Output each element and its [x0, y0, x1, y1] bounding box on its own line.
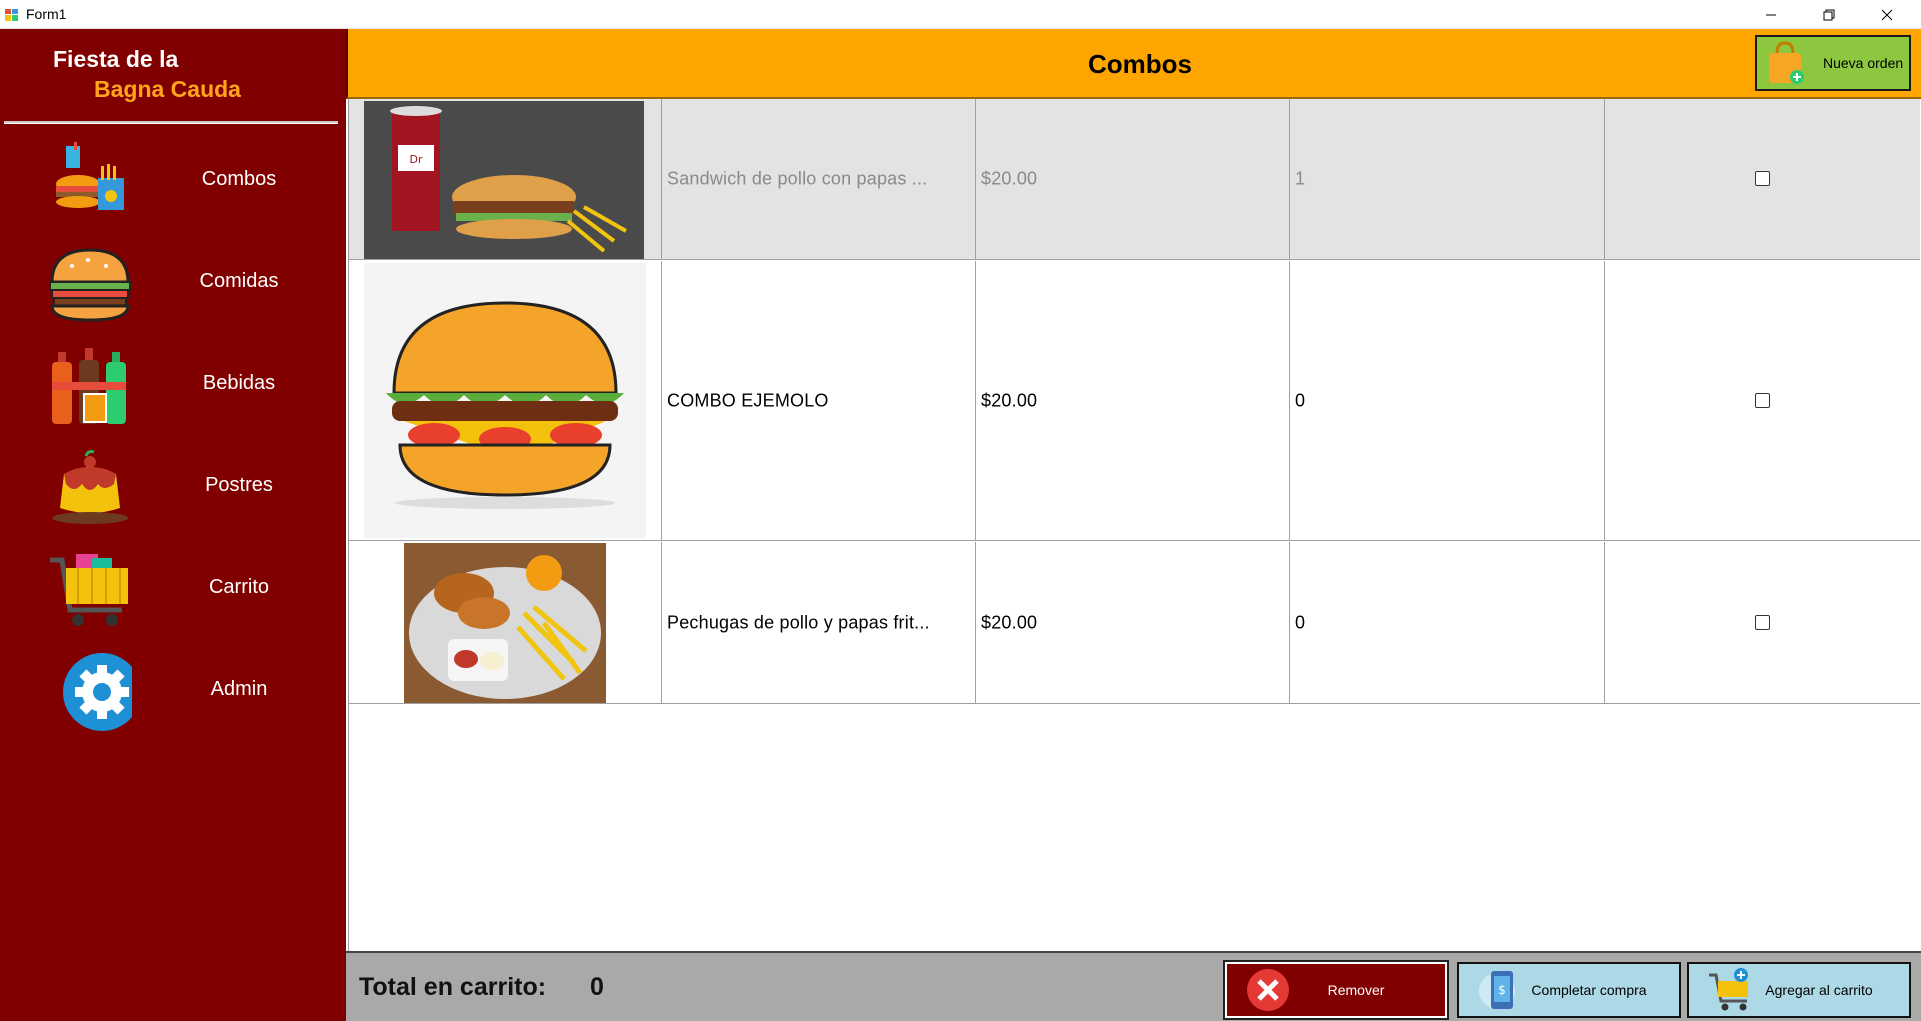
- flan-dessert-icon: [52, 450, 128, 524]
- brand-title-line2: Bagna Cauda: [94, 76, 241, 102]
- sidebar-item-label: Combos: [201, 168, 277, 190]
- shopping-cart-icon: [50, 554, 128, 626]
- product-image-cell: [349, 542, 662, 703]
- shopping-bag-add-icon: [1769, 41, 1804, 84]
- product-image: Dr: [364, 101, 644, 259]
- product-image-cell: [349, 261, 662, 540]
- table-row[interactable]: COMBO EJEMOLO $20.00 0: [349, 261, 1920, 541]
- page-title: Combos: [1088, 49, 1192, 79]
- product-image: [364, 263, 646, 538]
- svg-text:Dr: Dr: [410, 153, 423, 166]
- product-price: $20.00: [981, 612, 1038, 632]
- name-cell: COMBO EJEMOLO: [662, 261, 976, 540]
- window-titlebar: Form1: [0, 0, 1921, 29]
- restore-button[interactable]: [1800, 0, 1858, 29]
- sidebar-item-label: Carrito: [208, 576, 269, 598]
- table-row[interactable]: Pechugas de pollo y papas frit... $20.00…: [349, 542, 1920, 704]
- price-cell: $20.00: [976, 542, 1290, 703]
- price-cell: $20.00: [976, 99, 1290, 259]
- complete-purchase-button[interactable]: $ Completar compra: [1457, 962, 1681, 1018]
- sidebar-item-label: Admin: [210, 678, 268, 700]
- minimize-button[interactable]: [1742, 0, 1800, 29]
- add-to-cart-label: Agregar al carrito: [1765, 982, 1873, 998]
- new-order-button[interactable]: Nueva orden: [1755, 35, 1911, 91]
- row-checkbox[interactable]: [1755, 614, 1770, 630]
- product-quantity: 0: [1295, 612, 1306, 632]
- new-order-label: Nueva orden: [1823, 55, 1904, 71]
- product-image: [404, 543, 606, 703]
- product-quantity: 0: [1295, 390, 1306, 410]
- sidebar-item-label: Comidas: [199, 270, 279, 292]
- sidebar-item-label: Postres: [205, 474, 273, 496]
- product-image-cell: Dr: [349, 99, 662, 259]
- sidebar-item-admin[interactable]: Admin: [0, 646, 346, 736]
- cart-footer: Total en carrito: 0 Remover $ Completar …: [346, 951, 1921, 1021]
- name-cell: Pechugas de pollo y papas frit...: [662, 542, 976, 703]
- price-cell: $20.00: [976, 261, 1290, 540]
- product-quantity: 1: [1295, 168, 1306, 189]
- product-name: Sandwich de pollo con papas ...: [667, 168, 928, 189]
- cart-total-value: 0: [590, 973, 604, 1001]
- complete-purchase-label: Completar compra: [1531, 982, 1647, 998]
- name-cell: Sandwich de pollo con papas ...: [662, 99, 976, 259]
- select-cell: [1605, 261, 1920, 540]
- quantity-cell: 0: [1290, 261, 1605, 540]
- product-price: $20.00: [981, 390, 1038, 410]
- app-icon: [5, 9, 18, 21]
- products-grid[interactable]: Dr Sandwich de pollo con papas ... $20.0…: [348, 99, 1921, 952]
- sidebar: Fiesta de la Bagna Cauda Combos Comidas: [0, 29, 346, 1021]
- page-header: Combos Nueva orden: [346, 29, 1921, 99]
- sidebar-item-postres[interactable]: Postres: [0, 442, 346, 532]
- product-name: Pechugas de pollo y papas frit...: [667, 612, 930, 632]
- restore-icon: [1823, 9, 1835, 20]
- burger-icon: [49, 248, 131, 322]
- close-icon: [1881, 9, 1893, 20]
- remove-button[interactable]: Remover: [1223, 960, 1449, 1020]
- brand-title-line1: Fiesta de la: [53, 46, 179, 72]
- soda-bottles-icon: [52, 348, 126, 424]
- sidebar-item-combos[interactable]: Combos: [0, 136, 346, 226]
- brand-divider: [4, 121, 338, 124]
- sidebar-item-comidas[interactable]: Comidas: [0, 238, 346, 328]
- add-to-cart-button[interactable]: Agregar al carrito: [1687, 962, 1911, 1018]
- quantity-cell: 0: [1290, 542, 1605, 703]
- minimize-icon: [1766, 14, 1776, 15]
- table-row[interactable]: Dr Sandwich de pollo con papas ... $20.0…: [349, 99, 1920, 260]
- sidebar-item-carrito[interactable]: Carrito: [0, 544, 346, 634]
- row-checkbox[interactable]: [1755, 171, 1770, 186]
- product-price: $20.00: [981, 168, 1038, 189]
- row-checkbox[interactable]: [1755, 392, 1770, 408]
- quantity-cell: 1: [1290, 99, 1605, 259]
- product-name: COMBO EJEMOLO: [667, 390, 829, 410]
- close-button[interactable]: [1858, 0, 1916, 29]
- window-title: Form1: [26, 6, 67, 22]
- combo-meal-icon: [56, 142, 124, 210]
- cart-total-label: Total en carrito:: [359, 973, 547, 1001]
- select-cell: [1605, 542, 1920, 703]
- sidebar-item-bebidas[interactable]: Bebidas: [0, 340, 346, 430]
- remove-label: Remover: [1327, 982, 1385, 998]
- sidebar-item-label: Bebidas: [202, 372, 276, 394]
- gear-icon: [63, 653, 132, 731]
- select-cell: [1605, 99, 1920, 259]
